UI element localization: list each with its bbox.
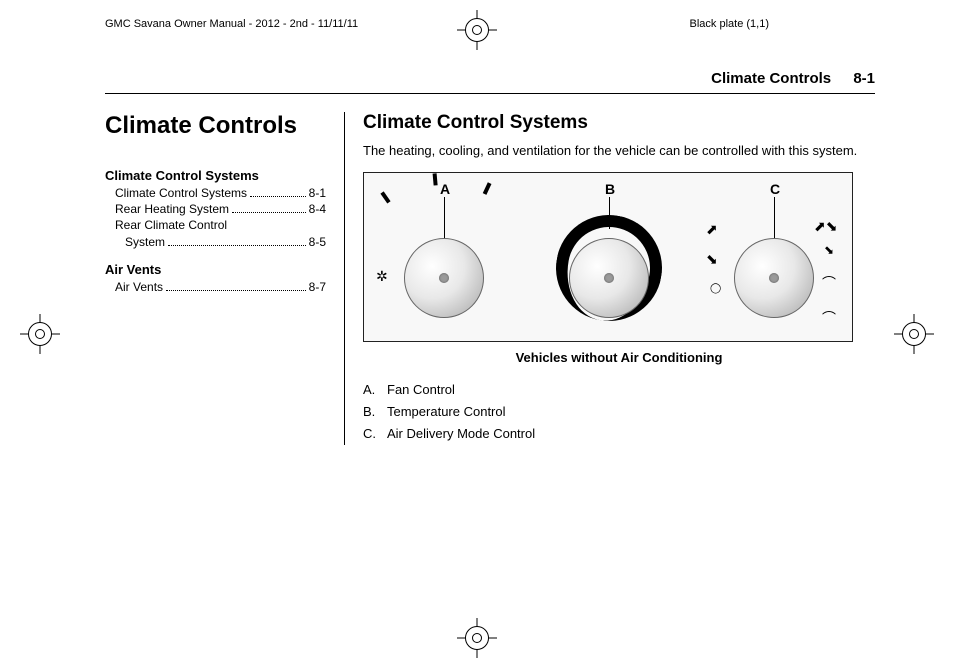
toc-page: 8-4 [309, 201, 326, 217]
toc-entry: Air Vents 8-7 [105, 279, 326, 295]
mode-dial-icon [734, 238, 814, 318]
tick-icon [380, 191, 390, 203]
defrost-icon: ⌒ [822, 273, 836, 293]
figure-caption: Vehicles without Air Conditioning [363, 350, 875, 365]
toc-label: Air Vents [115, 279, 163, 295]
toc-label: Rear Heating System [115, 201, 229, 217]
running-head-title: Climate Controls [711, 70, 831, 87]
callout-label-b: B [605, 181, 615, 197]
legend: A. Fan Control B. Temperature Control C.… [363, 379, 875, 445]
off-dot-icon: ◯ [710, 283, 721, 294]
right-column: Climate Control Systems The heating, coo… [345, 112, 875, 445]
toc-label: Climate Control Systems [115, 185, 247, 201]
toc-page: 8-7 [309, 279, 326, 295]
legend-letter: C. [363, 423, 387, 445]
toc-group-heading: Air Vents [105, 262, 326, 277]
running-head: Climate Controls 8-1 [105, 70, 875, 94]
toc-label: System [125, 234, 165, 250]
print-header: GMC Savana Owner Manual - 2012 - 2nd - 1… [105, 18, 889, 30]
temp-dial-icon [569, 238, 649, 318]
crop-mark-right [894, 314, 934, 354]
callout-leader [444, 197, 445, 239]
toc-leader [250, 196, 306, 197]
toc-label: Rear Climate Control [115, 217, 227, 233]
callout-leader [774, 197, 775, 239]
legend-text: Temperature Control [387, 401, 506, 423]
crop-mark-top [457, 10, 497, 50]
vent-icon: ⬈ [706, 221, 718, 238]
legend-text: Air Delivery Mode Control [387, 423, 535, 445]
page-content: Climate Controls 8-1 Climate Controls Cl… [105, 70, 875, 445]
climate-control-diagram: A B C ✲ ⬈ ⬊ ◯ ⬈⬊ ⬊ [363, 172, 853, 342]
chapter-title: Climate Controls [105, 112, 326, 140]
toc-leader [168, 245, 306, 246]
toc-page: 8-1 [309, 185, 326, 201]
toc-page: 8-5 [309, 234, 326, 250]
legend-text: Fan Control [387, 379, 455, 401]
airflow-icon: ⬈⬊ [814, 218, 837, 235]
airflow-icon: ⬊ [824, 243, 834, 257]
vent-icon: ⬊ [706, 251, 718, 268]
fan-icon: ✲ [376, 268, 388, 285]
legend-item: B. Temperature Control [363, 401, 535, 423]
legend-item: C. Air Delivery Mode Control [363, 423, 535, 445]
toc-entry: Rear Climate Control [105, 217, 326, 233]
toc-leader [232, 212, 306, 213]
tick-icon [483, 182, 492, 195]
toc-group-heading: Climate Control Systems [105, 168, 326, 183]
legend-letter: A. [363, 379, 387, 401]
manual-id-line: GMC Savana Owner Manual - 2012 - 2nd - 1… [105, 18, 358, 30]
defrost-icon: ⌒ [822, 308, 836, 328]
tick-icon [433, 173, 438, 185]
crop-mark-left [20, 314, 60, 354]
crop-mark-bottom [457, 618, 497, 658]
intro-paragraph: The heating, cooling, and ventilation fo… [363, 142, 875, 160]
running-head-page: 8-1 [853, 70, 875, 87]
left-column: Climate Controls Climate Control Systems… [105, 112, 345, 445]
fan-dial-icon [404, 238, 484, 318]
toc-leader [166, 290, 306, 291]
legend-item: A. Fan Control [363, 379, 535, 401]
callout-label-c: C [770, 181, 780, 197]
legend-letter: B. [363, 401, 387, 423]
callout-label-a: A [440, 181, 450, 197]
section-heading: Climate Control Systems [363, 112, 875, 134]
toc-entry: System 8-5 [105, 234, 326, 250]
toc-entry: Rear Heating System 8-4 [105, 201, 326, 217]
toc-entry: Climate Control Systems 8-1 [105, 185, 326, 201]
plate-info: Black plate (1,1) [690, 18, 889, 30]
